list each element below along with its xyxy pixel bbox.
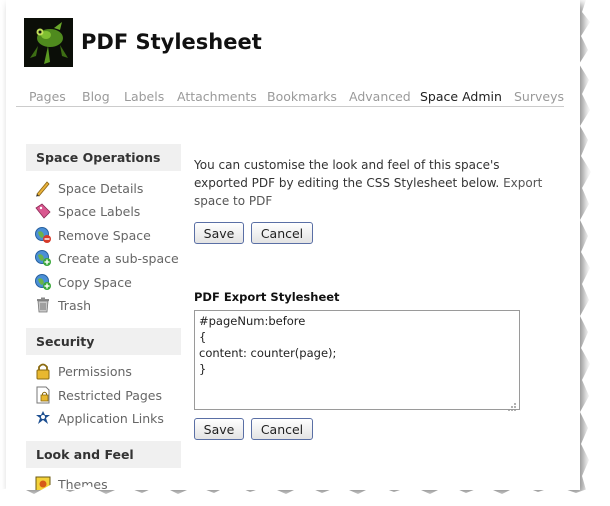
sidebar-heading-look-and-feel: Look and Feel [26,441,181,468]
tab-attachments[interactable]: Attachments [177,89,257,104]
sidebar-item-label: Restricted Pages [58,387,162,403]
sidebar-item-label: Permissions [58,363,132,379]
tab-blog[interactable]: Blog [82,89,110,104]
trash-icon [34,296,52,314]
tab-bookmarks[interactable]: Bookmarks [267,89,337,104]
lock-icon [34,362,52,380]
tab-surveys[interactable]: Surveys [514,89,564,104]
stylesheet-textarea[interactable]: #pageNum:before { content: counter(page)… [194,310,520,410]
cancel-button-bottom[interactable]: Cancel [251,418,313,440]
space-admin-sidebar: Space Operations Space Details Space Lab… [26,144,181,490]
sidebar-heading-space-operations: Space Operations [26,144,181,171]
resize-grip-icon[interactable] [507,397,517,411]
page-title: PDF Stylesheet [81,30,262,54]
sidebar-item-label: Application Links [58,410,164,426]
app-links-icon [34,409,52,427]
description-text: You can customise the look and feel of t… [194,156,544,210]
sidebar-item-permissions[interactable]: Permissions [34,361,132,381]
tab-labels[interactable]: Labels [124,89,164,104]
sidebar-item-label: Trash [58,297,92,313]
stylesheet-label: PDF Export Stylesheet [194,290,340,304]
cancel-button-top[interactable]: Cancel [251,222,313,244]
tab-pages[interactable]: Pages [29,89,66,104]
sidebar-item-label: Space Labels [58,203,141,219]
tab-space-admin[interactable]: Space Admin [420,89,502,104]
sidebar-item-trash[interactable]: Trash [34,295,91,315]
save-button-top[interactable]: Save [194,222,244,244]
globe-remove-icon [34,226,52,244]
space-tabs: Pages Blog Labels Attachments Bookmarks … [16,86,564,107]
globe-copy-icon [34,273,52,291]
torn-edge-right [576,0,610,506]
sidebar-item-space-details[interactable]: Space Details [34,178,143,198]
sidebar-item-create-sub-space[interactable]: Create a sub-space [34,248,179,268]
frog-logo-icon [24,18,73,67]
page-frame: PDF Stylesheet Pages Blog Labels Attachm… [6,0,580,490]
sidebar-item-remove-space[interactable]: Remove Space [34,225,151,245]
sidebar-item-application-links[interactable]: Application Links [34,408,164,428]
sidebar-item-label: Copy Space [58,274,132,290]
sidebar-item-space-labels[interactable]: Space Labels [34,201,140,221]
sidebar-item-label: Create a sub-space [58,250,179,266]
tag-icon [34,202,52,220]
sidebar-heading-security: Security [26,328,181,355]
torn-edge-bottom [0,484,610,506]
save-button-bottom[interactable]: Save [194,418,244,440]
sidebar-item-copy-space[interactable]: Copy Space [34,272,132,292]
tab-advanced[interactable]: Advanced [349,89,411,104]
pencil-icon [34,179,52,197]
sidebar-item-label: Remove Space [58,227,151,243]
globe-add-icon [34,249,52,267]
description-body: You can customise the look and feel of t… [194,158,500,190]
sidebar-item-restricted-pages[interactable]: Restricted Pages [34,385,162,405]
sidebar-item-label: Space Details [58,180,144,196]
restricted-page-icon [34,386,52,404]
